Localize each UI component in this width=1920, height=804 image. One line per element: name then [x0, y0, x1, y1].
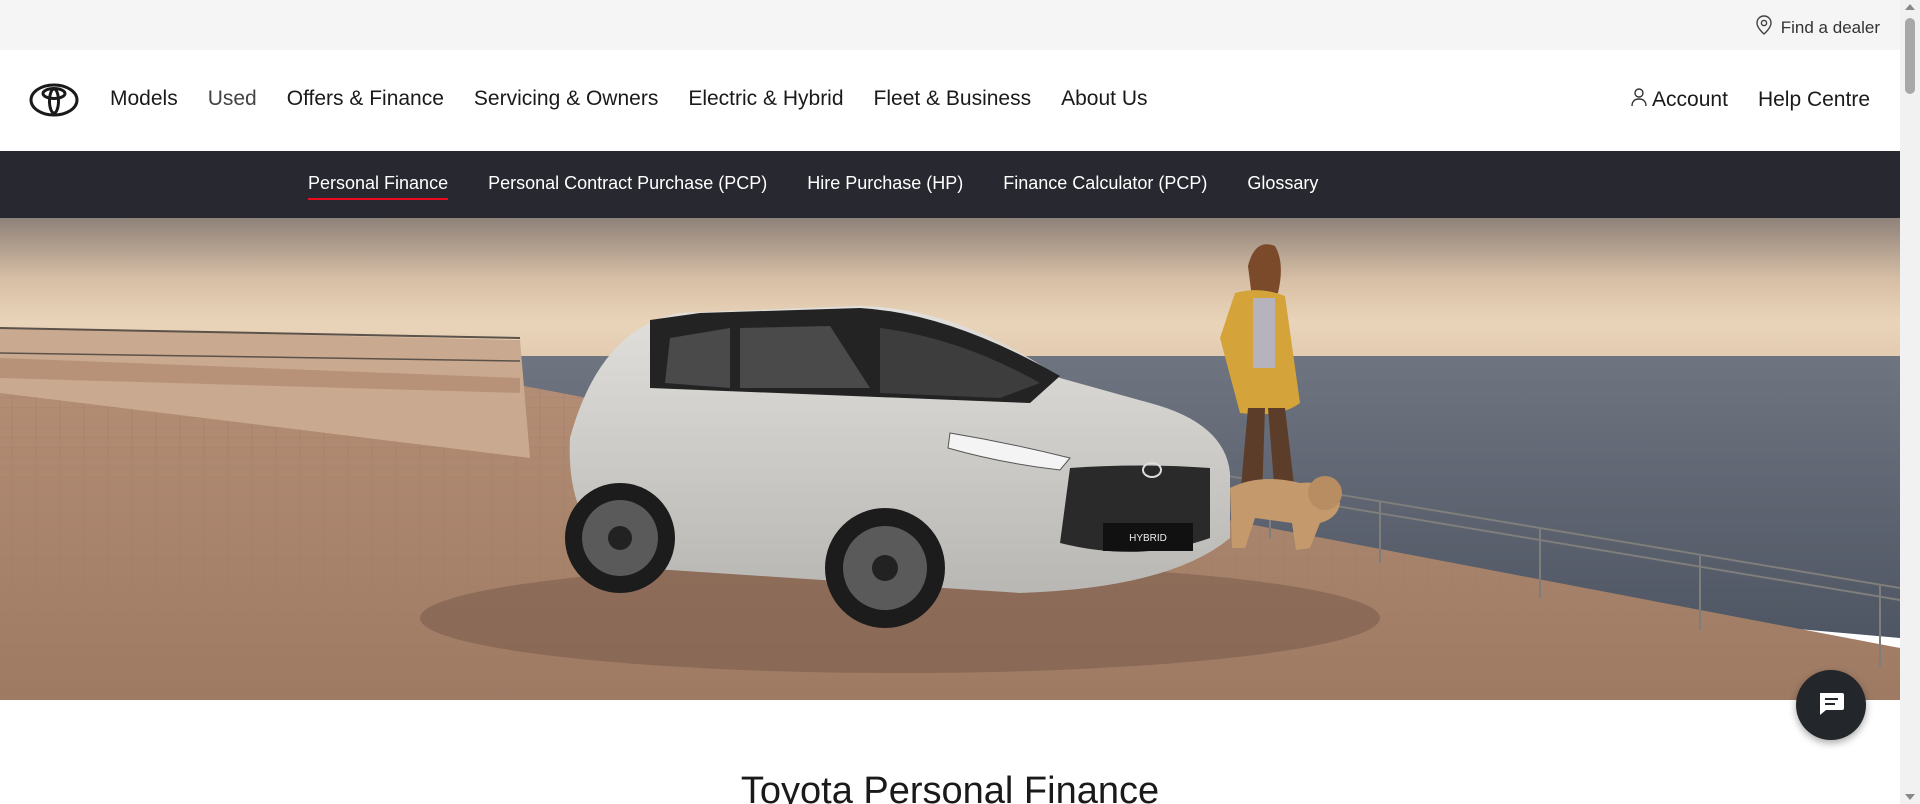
utility-bar: Find a dealer — [0, 0, 1900, 50]
subnav-finance-calculator[interactable]: Finance Calculator (PCP) — [1003, 173, 1207, 198]
car-badge: HYBRID — [1129, 533, 1167, 544]
nav-used[interactable]: Used — [208, 87, 257, 111]
scroll-thumb[interactable] — [1905, 18, 1915, 94]
primary-nav: Models Used Offers & Finance Servicing &… — [110, 87, 1178, 111]
page-title: Toyota Personal Finance — [740, 770, 1160, 804]
nav-right: Account Help Centre — [1600, 87, 1870, 113]
vertical-scrollbar[interactable] — [1900, 0, 1920, 804]
subnav-pcp[interactable]: Personal Contract Purchase (PCP) — [488, 173, 767, 198]
account-link[interactable]: Account — [1630, 87, 1728, 113]
chat-bubble-icon — [1816, 688, 1846, 723]
find-dealer-label: Find a dealer — [1780, 17, 1880, 37]
subnav-glossary[interactable]: Glossary — [1247, 173, 1318, 198]
subnav-personal-finance[interactable]: Personal Finance — [308, 173, 449, 200]
person-icon — [1630, 87, 1648, 113]
subnav-hire-purchase[interactable]: Hire Purchase (HP) — [807, 173, 963, 198]
account-label: Account — [1652, 88, 1728, 111]
help-centre-link[interactable]: Help Centre — [1758, 88, 1870, 112]
nav-servicing-owners[interactable]: Servicing & Owners — [474, 87, 658, 111]
find-dealer-link[interactable]: Find a dealer — [1755, 15, 1880, 40]
toyota-logo[interactable] — [29, 82, 79, 118]
scroll-down-arrow[interactable] — [1905, 794, 1915, 800]
chat-button[interactable] — [1796, 670, 1866, 740]
finance-subnav: Personal Finance Personal Contract Purch… — [0, 151, 1900, 218]
main-nav: Models Used Offers & Finance Servicing &… — [0, 50, 1900, 151]
nav-offers-finance[interactable]: Offers & Finance — [287, 87, 444, 111]
location-pin-icon — [1755, 15, 1773, 40]
scroll-up-arrow[interactable] — [1905, 4, 1915, 10]
nav-electric-hybrid[interactable]: Electric & Hybrid — [688, 87, 843, 111]
hero-image: HYBRID — [0, 218, 1900, 700]
nav-about-us[interactable]: About Us — [1061, 87, 1147, 111]
nav-fleet-business[interactable]: Fleet & Business — [874, 87, 1032, 111]
nav-models[interactable]: Models — [110, 87, 178, 111]
